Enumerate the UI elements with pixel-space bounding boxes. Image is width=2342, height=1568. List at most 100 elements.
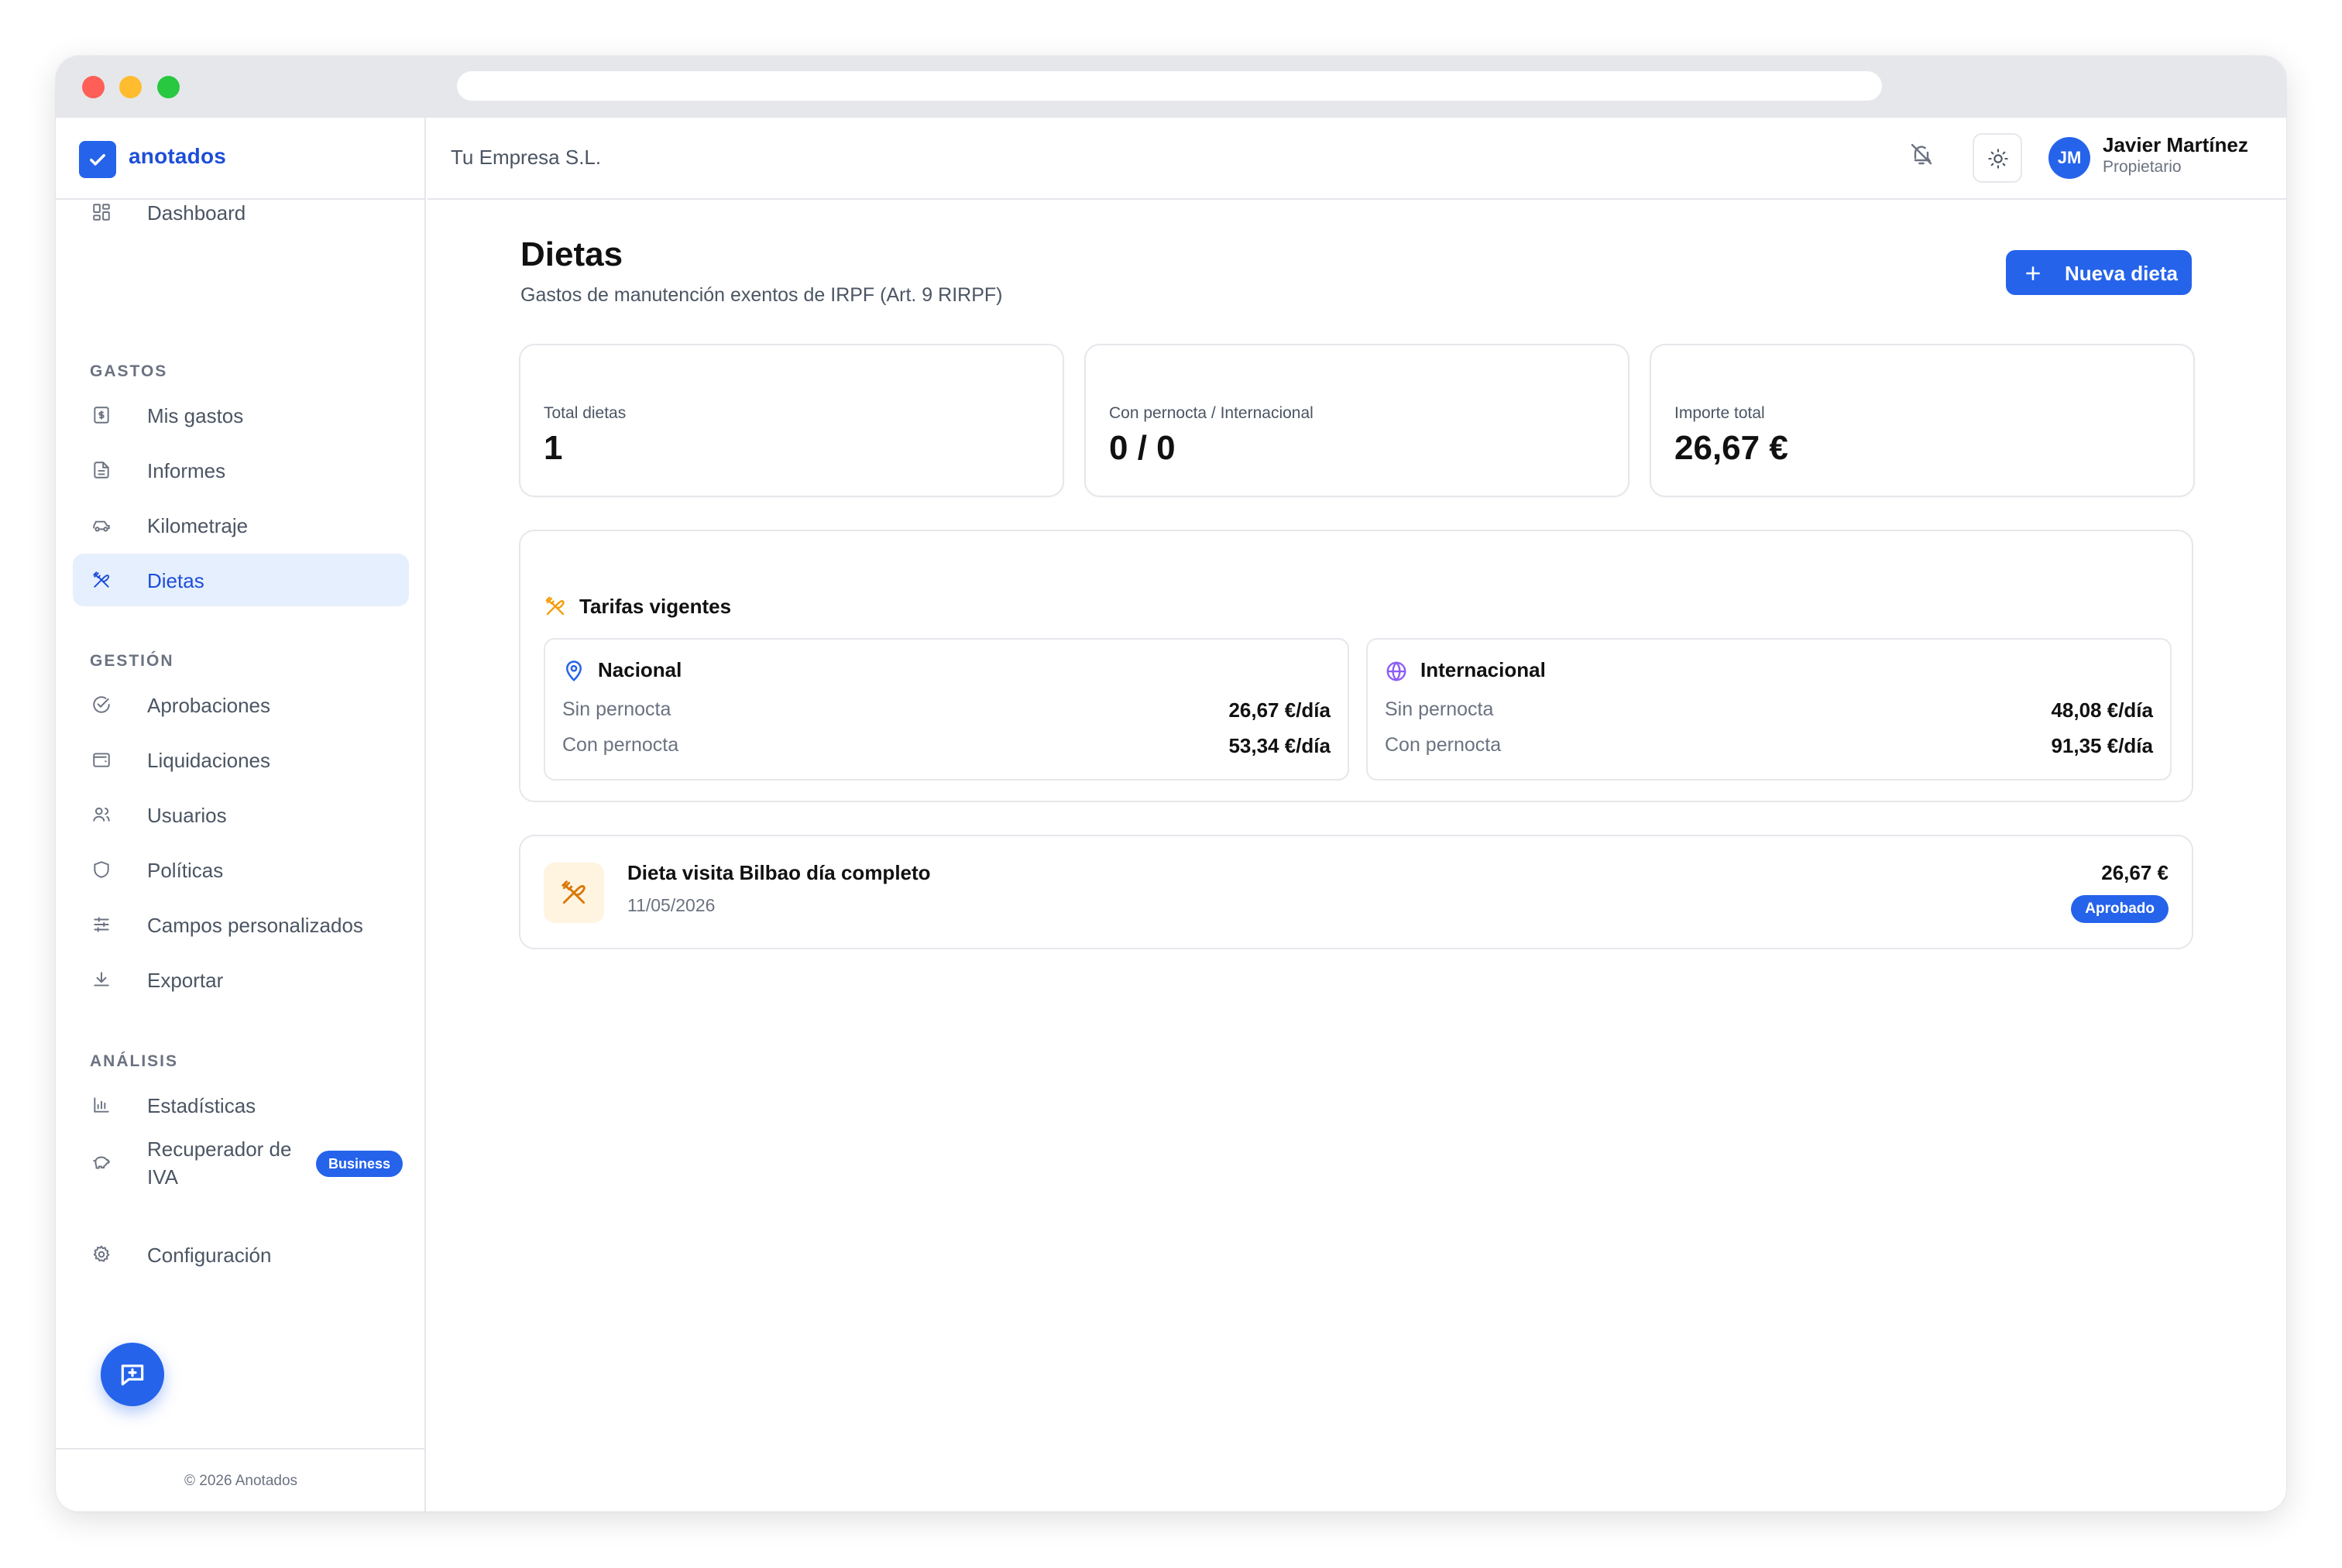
list-item[interactable]: Dieta visita Bilbao día completo 11/05/2…	[519, 835, 2193, 949]
rate-value: 26,67 €/día	[1228, 698, 1331, 722]
car-icon	[91, 515, 112, 535]
users-icon	[91, 805, 112, 825]
map-pin-icon	[562, 660, 586, 683]
sidebar-item-configuracion[interactable]: Configuración	[73, 1228, 409, 1281]
stat-label: Importe total	[1674, 404, 1765, 422]
sidebar-item-label: Dietas	[147, 569, 204, 592]
sidebar-item-label: Liquidaciones	[147, 749, 271, 772]
top-header: Tu Empresa S.L. JM Javier Martínez Propi…	[428, 118, 2286, 200]
sidebar-item-label: Aprobaciones	[147, 694, 270, 717]
piggy-bank-icon	[91, 1152, 112, 1172]
rate-value: 91,35 €/día	[2051, 734, 2153, 757]
rate-label: Con pernocta	[1385, 734, 1502, 756]
wallet-icon	[91, 750, 112, 770]
rate-label: Sin pernocta	[1385, 698, 1494, 720]
grid-icon	[91, 202, 112, 222]
rate-label: Con pernocta	[562, 734, 679, 756]
shield-icon	[91, 859, 112, 880]
section-title-gastos: GASTOS	[90, 362, 168, 380]
tarifas-title: Tarifas vigentes	[579, 595, 732, 618]
dieta-date: 11/05/2026	[627, 895, 716, 915]
browser-titlebar	[56, 56, 2286, 118]
rate-title: Nacional	[598, 658, 682, 681]
dieta-icon-box	[544, 863, 604, 923]
sidebar-item-kilometraje[interactable]: Kilometraje	[73, 499, 409, 551]
sidebar-item-usuarios[interactable]: Usuarios	[73, 788, 409, 841]
sidebar-item-estadisticas[interactable]: Estadísticas	[73, 1079, 409, 1131]
sliders-icon	[91, 914, 112, 935]
sidebar-item-label: Recuperador de IVA	[147, 1137, 292, 1189]
page-title: Dietas	[520, 235, 623, 273]
maximize-window-button[interactable]	[157, 76, 180, 98]
avatar[interactable]: JM	[2048, 137, 2090, 179]
sidebar-item-label: Usuarios	[147, 804, 227, 827]
sidebar-item-aprobaciones[interactable]: Aprobaciones	[73, 678, 409, 731]
rate-box-internacional: Internacional Sin pernocta 48,08 €/día C…	[1366, 638, 2172, 781]
sidebar-item-label: Campos personalizados	[147, 914, 363, 937]
sidebar-item-campos-personalizados[interactable]: Campos personalizados	[73, 898, 409, 951]
business-badge: Business	[316, 1151, 403, 1177]
rate-label: Sin pernocta	[562, 698, 671, 720]
stat-value: 26,67 €	[1674, 429, 1788, 467]
minimize-window-button[interactable]	[119, 76, 142, 98]
user-role: Propietario	[2103, 158, 2182, 176]
sidebar-item-liquidaciones[interactable]: Liquidaciones	[73, 733, 409, 786]
stat-value: 0 / 0	[1109, 429, 1176, 467]
browser-window: anotados Dashboard GASTOS Mis gastos Inf…	[56, 56, 2286, 1511]
sidebar-item-label: Estadísticas	[147, 1094, 256, 1117]
dieta-title: Dieta visita Bilbao día completo	[627, 861, 931, 884]
sidebar-item-label: Informes	[147, 459, 226, 482]
download-icon	[91, 969, 112, 990]
stat-card-importe: Importe total 26,67 €	[1650, 344, 2195, 497]
sidebar-item-label: Configuración	[147, 1244, 272, 1267]
new-dieta-button[interactable]: Nueva dieta	[2006, 250, 2192, 295]
sidebar-item-label: Kilometraje	[147, 514, 249, 537]
logo-text[interactable]: anotados	[129, 144, 226, 169]
sidebar-item-mis-gastos[interactable]: Mis gastos	[73, 389, 409, 441]
sidebar-item-label: Políticas	[147, 859, 224, 882]
sidebar: anotados Dashboard GASTOS Mis gastos Inf…	[56, 118, 426, 1511]
globe-icon	[1385, 660, 1408, 683]
rate-title: Internacional	[1420, 658, 1546, 681]
bell-off-icon[interactable]	[1909, 142, 1940, 173]
theme-toggle-button[interactable]	[1973, 133, 2022, 183]
sidebar-item-exportar[interactable]: Exportar	[73, 953, 409, 1006]
user-name[interactable]: Javier Martínez	[2103, 133, 2248, 157]
stat-card-total: Total dietas 1	[519, 344, 1064, 497]
sidebar-item-label: Dashboard	[147, 201, 246, 225]
sidebar-item-recuperador-iva[interactable]: Recuperador de IVA Business	[73, 1131, 409, 1194]
tarifas-card: Tarifas vigentes Nacional Sin pernocta 2…	[519, 530, 2193, 802]
company-name[interactable]: Tu Empresa S.L.	[451, 146, 601, 170]
logo-check-icon[interactable]	[79, 141, 116, 178]
dieta-amount: 26,67 €	[2101, 861, 2169, 884]
rate-value: 48,08 €/día	[2051, 698, 2153, 722]
sidebar-item-label: Exportar	[147, 969, 224, 992]
utensils-crossed-icon	[91, 570, 112, 590]
sidebar-footer: © 2026 Anotados	[56, 1448, 426, 1511]
stat-value: 1	[544, 429, 563, 467]
section-title-gestion: GESTIÓN	[90, 652, 174, 670]
sidebar-item-dashboard[interactable]: Dashboard	[73, 186, 409, 238]
document-icon	[91, 460, 112, 480]
receipt-icon	[91, 405, 112, 425]
section-title-analisis: ANÁLISIS	[90, 1052, 179, 1070]
new-dieta-label: Nueva dieta	[2065, 262, 2178, 285]
bar-chart-icon	[91, 1095, 112, 1115]
stat-label: Con pernocta / Internacional	[1109, 404, 1314, 422]
sidebar-item-dietas[interactable]: Dietas	[73, 554, 409, 606]
status-badge: Aprobado	[2071, 895, 2169, 923]
stat-label: Total dietas	[544, 404, 627, 422]
stat-card-pernocta: Con pernocta / Internacional 0 / 0	[1084, 344, 1629, 497]
copyright: © 2026 Anotados	[184, 1473, 298, 1489]
sidebar-item-label: Mis gastos	[147, 404, 244, 427]
chat-button[interactable]	[101, 1343, 164, 1406]
rate-value: 53,34 €/día	[1228, 734, 1331, 757]
close-window-button[interactable]	[82, 76, 105, 98]
sidebar-item-politicas[interactable]: Políticas	[73, 843, 409, 896]
check-circle-icon	[91, 695, 112, 715]
rate-box-nacional: Nacional Sin pernocta 26,67 €/día Con pe…	[544, 638, 1349, 781]
address-bar[interactable]	[457, 71, 1882, 101]
sidebar-item-informes[interactable]: Informes	[73, 444, 409, 496]
gear-icon	[91, 1244, 112, 1264]
page-subtitle: Gastos de manutención exentos de IRPF (A…	[520, 284, 1003, 306]
